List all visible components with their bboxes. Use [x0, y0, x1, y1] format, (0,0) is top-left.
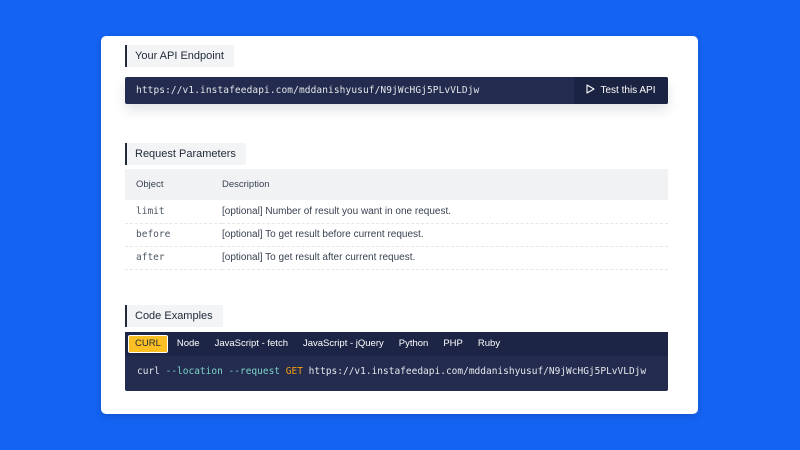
param-description: [optional] Number of result you want in …: [222, 200, 668, 224]
test-api-button-label: Test this API: [600, 85, 656, 96]
param-description: [optional] To get result after current r…: [222, 246, 668, 270]
endpoint-section-label: Your API Endpoint: [125, 45, 234, 67]
tab-node[interactable]: Node: [171, 335, 206, 353]
play-outline-icon: [586, 84, 596, 97]
tab-javascript-jquery[interactable]: JavaScript - jQuery: [297, 335, 390, 353]
code-examples-panel: CURL Node JavaScript - fetch JavaScript …: [125, 332, 668, 391]
api-card: Your API Endpoint https://v1.instafeedap…: [101, 36, 698, 414]
test-api-button[interactable]: Test this API: [574, 77, 668, 104]
tab-javascript-fetch[interactable]: JavaScript - fetch: [209, 335, 294, 353]
table-row: after [optional] To get result after cur…: [125, 246, 668, 270]
param-description: [optional] To get result before current …: [222, 223, 668, 247]
code-section-label: Code Examples: [125, 305, 223, 327]
code-snippet[interactable]: curl --location --request GET https://v1…: [125, 356, 668, 377]
code-tabs: CURL Node JavaScript - fetch JavaScript …: [125, 332, 668, 356]
code-flag-request: --request: [228, 366, 281, 377]
tab-python[interactable]: Python: [393, 335, 435, 353]
column-header-description: Description: [222, 169, 668, 200]
tab-curl[interactable]: CURL: [128, 335, 168, 353]
params-section-label: Request Parameters: [125, 143, 246, 165]
params-header-row: Object Description: [125, 169, 668, 200]
endpoint-url[interactable]: https://v1.instafeedapi.com/mddanishyusu…: [125, 85, 574, 96]
tab-ruby[interactable]: Ruby: [472, 335, 506, 353]
code-cmd: curl: [137, 366, 166, 377]
param-object: after: [125, 246, 222, 270]
column-header-object: Object: [125, 169, 222, 200]
tab-php[interactable]: PHP: [437, 335, 469, 353]
code-url: https://v1.instafeedapi.com/mddanishyusu…: [308, 366, 647, 377]
endpoint-bar: https://v1.instafeedapi.com/mddanishyusu…: [125, 77, 668, 104]
table-row: before [optional] To get result before c…: [125, 223, 668, 247]
code-method: GET: [285, 366, 303, 377]
code-flag-location: --location: [165, 366, 223, 377]
table-row: limit [optional] Number of result you wa…: [125, 200, 668, 224]
param-object: before: [125, 223, 222, 247]
param-object: limit: [125, 200, 222, 224]
params-table: Object Description limit [optional] Numb…: [125, 169, 668, 270]
